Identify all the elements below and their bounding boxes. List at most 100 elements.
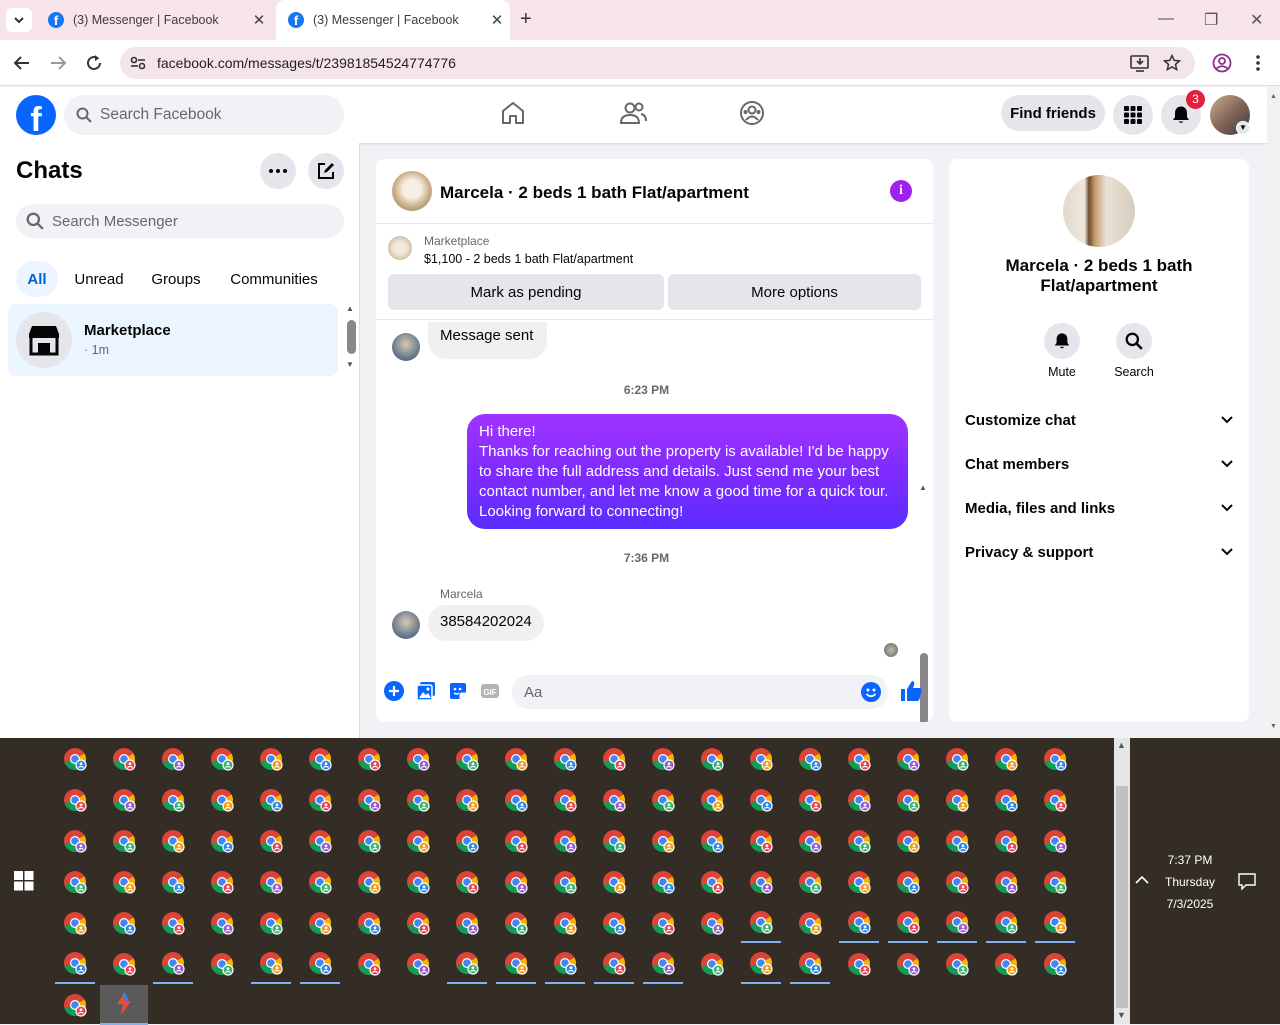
chrome-profile-icon[interactable] — [692, 780, 732, 820]
chrome-profile-icon[interactable] — [251, 903, 291, 943]
chrome-profile-icon[interactable] — [251, 739, 291, 779]
chrome-profile-icon[interactable] — [300, 821, 340, 861]
chrome-profile-icon[interactable] — [1035, 944, 1075, 984]
chrome-profile-icon[interactable] — [643, 944, 683, 984]
chrome-profile-icon[interactable] — [937, 862, 977, 902]
chrome-profile-icon[interactable] — [741, 903, 781, 943]
listing-thumbnail[interactable] — [388, 236, 412, 260]
chrome-profile-icon[interactable] — [643, 862, 683, 902]
message-input[interactable]: Aa — [512, 675, 888, 709]
chrome-profile-icon[interactable] — [986, 862, 1026, 902]
chrome-profile-icon[interactable] — [692, 821, 732, 861]
chrome-profile-icon[interactable] — [986, 944, 1026, 984]
chrome-profile-icon[interactable] — [104, 821, 144, 861]
chrome-profile-icon[interactable] — [986, 903, 1026, 943]
chrome-profile-icon[interactable] — [594, 944, 634, 984]
chrome-profile-icon[interactable] — [643, 739, 683, 779]
chrome-profile-icon[interactable] — [300, 780, 340, 820]
filter-groups[interactable]: Groups — [140, 261, 212, 297]
chrome-profile-icon[interactable] — [1035, 903, 1075, 943]
chrome-profile-icon[interactable] — [790, 821, 830, 861]
thumbs-up-icon[interactable] — [899, 679, 923, 703]
url-text[interactable]: facebook.com/messages/t/2398185452477477… — [157, 55, 456, 71]
chrome-profile-icon[interactable] — [888, 862, 928, 902]
chrome-profile-icon[interactable] — [300, 862, 340, 902]
chrome-profile-icon[interactable] — [741, 821, 781, 861]
chrome-profile-icon[interactable] — [496, 780, 536, 820]
chrome-profile-icon[interactable] — [202, 862, 242, 902]
chrome-profile-icon[interactable] — [251, 862, 291, 902]
chrome-profile-icon[interactable] — [447, 862, 487, 902]
chrome-profile-icon[interactable] — [398, 862, 438, 902]
emoji-icon[interactable] — [861, 682, 881, 702]
chrome-profile-icon[interactable] — [545, 821, 585, 861]
close-window-icon[interactable]: ✕ — [1250, 10, 1263, 30]
chrome-profile-icon[interactable] — [888, 780, 928, 820]
tab-search-button[interactable] — [6, 8, 32, 32]
chrome-profile-icon[interactable] — [1035, 739, 1075, 779]
chrome-profile-icon[interactable] — [839, 903, 879, 943]
chrome-profile-icon[interactable] — [790, 903, 830, 943]
browser-tab-2-active[interactable]: f (3) Messenger | Facebook ✕ — [276, 0, 510, 40]
chrome-profile-icon[interactable] — [741, 780, 781, 820]
chrome-profile-icon[interactable] — [55, 944, 95, 984]
chrome-profile-icon[interactable] — [202, 821, 242, 861]
chrome-profile-icon[interactable] — [104, 862, 144, 902]
chrome-profile-icon[interactable] — [300, 739, 340, 779]
sticker-icon[interactable] — [448, 681, 468, 701]
chrome-profile-icon[interactable] — [496, 862, 536, 902]
forward-arrow-icon[interactable] — [49, 55, 67, 71]
chrome-profile-icon[interactable] — [937, 739, 977, 779]
info-icon[interactable]: i — [890, 180, 912, 202]
page-scrollbar[interactable]: ▲ ▼ — [1267, 87, 1280, 738]
chrome-profile-icon[interactable] — [251, 780, 291, 820]
chrome-profile-icon[interactable] — [692, 862, 732, 902]
chrome-profile-icon[interactable] — [496, 903, 536, 943]
chrome-profile-icon[interactable] — [153, 944, 193, 984]
chrome-profile-icon[interactable] — [55, 862, 95, 902]
minimize-icon[interactable]: — — [1158, 10, 1174, 28]
chrome-profile-icon[interactable] — [594, 821, 634, 861]
chrome-profile-icon[interactable] — [349, 862, 389, 902]
browser-tab-1[interactable]: f (3) Messenger | Facebook ✕ — [36, 0, 272, 40]
privacy-support-row[interactable]: Privacy & support — [965, 540, 1233, 564]
site-settings-icon[interactable] — [130, 55, 146, 71]
listing-photo[interactable] — [1063, 175, 1135, 247]
account-chevron-icon[interactable]: ▼ — [1236, 121, 1250, 135]
chrome-profile-icon[interactable] — [692, 903, 732, 943]
menu-button[interactable] — [1113, 95, 1153, 135]
search-conversation-button[interactable]: Search — [1104, 323, 1164, 379]
chrome-profile-icon[interactable] — [986, 821, 1026, 861]
find-friends-button[interactable]: Find friends — [1001, 95, 1105, 131]
customize-chat-row[interactable]: Customize chat — [965, 408, 1233, 432]
chrome-profile-icon[interactable] — [888, 944, 928, 984]
filter-unread[interactable]: Unread — [66, 261, 132, 297]
windows-start-icon[interactable] — [14, 871, 34, 891]
close-tab-icon[interactable]: ✕ — [246, 11, 272, 29]
chrome-profile-icon[interactable] — [55, 739, 95, 779]
chrome-profile-icon[interactable] — [545, 862, 585, 902]
chrome-profile-icon[interactable] — [839, 739, 879, 779]
chrome-profile-icon[interactable] — [839, 862, 879, 902]
chrome-profile-icon[interactable] — [447, 944, 487, 984]
chevron-up-icon[interactable] — [1135, 875, 1149, 885]
chrome-profile-icon[interactable] — [104, 739, 144, 779]
chrome-profile-icon[interactable] — [937, 903, 977, 943]
new-message-button[interactable] — [308, 153, 344, 189]
chrome-profile-icon[interactable] — [496, 821, 536, 861]
chrome-profile-icon[interactable] — [202, 944, 242, 984]
chrome-profile-icon[interactable] — [447, 780, 487, 820]
photo-icon[interactable] — [416, 681, 436, 701]
more-options-button[interactable]: More options — [668, 274, 921, 310]
chat-members-row[interactable]: Chat members — [965, 452, 1233, 476]
chat-avatar[interactable] — [392, 171, 432, 211]
chrome-profile-icon[interactable] — [839, 780, 879, 820]
chrome-profile-icon[interactable] — [104, 903, 144, 943]
facebook-logo-icon[interactable]: f — [16, 95, 56, 135]
groups-icon[interactable] — [739, 100, 765, 126]
chrome-profile-icon[interactable] — [349, 903, 389, 943]
back-arrow-icon[interactable] — [13, 55, 31, 71]
chrome-profile-icon[interactable] — [447, 903, 487, 943]
chrome-profile-icon[interactable] — [888, 821, 928, 861]
chrome-profile-icon[interactable] — [55, 780, 95, 820]
